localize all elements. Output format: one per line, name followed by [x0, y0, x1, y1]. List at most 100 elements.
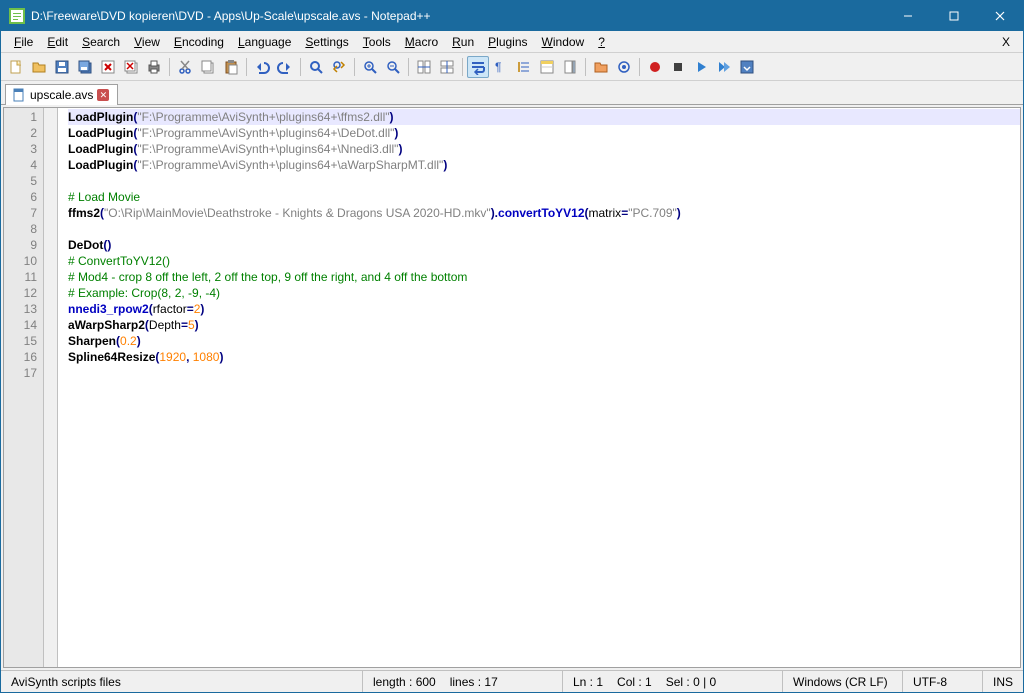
code-line[interactable]: ffms2("O:\Rip\MainMovie\Deathstroke - Kn… [68, 205, 1020, 221]
editor-area[interactable]: 1234567891011121314151617 LoadPlugin("F:… [3, 107, 1021, 668]
code-line[interactable]: LoadPlugin("F:\Programme\AviSynth+\plugi… [68, 125, 1020, 141]
tab-label: upscale.avs [30, 88, 93, 102]
play-multi-icon [716, 59, 732, 75]
open-file-button[interactable] [28, 56, 50, 78]
menu-close-doc[interactable]: X [995, 33, 1017, 51]
line-number: 4 [4, 157, 37, 173]
menu-run[interactable]: Run [445, 33, 481, 51]
status-ln: Ln : 1 [573, 675, 603, 689]
line-number-gutter: 1234567891011121314151617 [4, 108, 44, 667]
play-multi-button[interactable] [713, 56, 735, 78]
sync-h-button[interactable] [436, 56, 458, 78]
code-line[interactable]: LoadPlugin("F:\Programme\AviSynth+\plugi… [68, 109, 1020, 125]
record-button[interactable] [644, 56, 666, 78]
save-macro-button[interactable] [736, 56, 758, 78]
code-line[interactable]: # Load Movie [68, 189, 1020, 205]
fold-gutter [44, 108, 58, 667]
doc-map-button[interactable] [559, 56, 581, 78]
cut-button[interactable] [174, 56, 196, 78]
indent-guide-button[interactable] [513, 56, 535, 78]
line-number: 15 [4, 333, 37, 349]
lang-button[interactable] [536, 56, 558, 78]
menu-window[interactable]: Window [535, 33, 592, 51]
folder-button[interactable] [590, 56, 612, 78]
monitor-icon [616, 59, 632, 75]
status-bar: AviSynth scripts files length : 600 line… [1, 670, 1023, 692]
indent-guide-icon [516, 59, 532, 75]
code-content[interactable]: LoadPlugin("F:\Programme\AviSynth+\plugi… [58, 108, 1020, 667]
line-number: 12 [4, 285, 37, 301]
save-all-icon [77, 59, 93, 75]
line-number: 14 [4, 317, 37, 333]
title-bar: D:\Freeware\DVD kopieren\DVD - Apps\Up-S… [1, 1, 1023, 31]
menu-view[interactable]: View [127, 33, 167, 51]
code-line[interactable] [68, 221, 1020, 237]
code-line[interactable]: Sharpen(0.2) [68, 333, 1020, 349]
monitor-button[interactable] [613, 56, 635, 78]
menu-search[interactable]: Search [75, 33, 127, 51]
paste-button[interactable] [220, 56, 242, 78]
menu-edit[interactable]: Edit [40, 33, 75, 51]
code-line[interactable]: aWarpSharp2(Depth=5) [68, 317, 1020, 333]
code-line[interactable]: # Example: Crop(8, 2, -9, -4) [68, 285, 1020, 301]
tab-close-icon[interactable]: ✕ [97, 89, 109, 101]
line-number: 5 [4, 173, 37, 189]
close-icon [100, 59, 116, 75]
save-all-button[interactable] [74, 56, 96, 78]
new-file-button[interactable] [5, 56, 27, 78]
save-button[interactable] [51, 56, 73, 78]
sync-v-icon [416, 59, 432, 75]
app-icon [9, 8, 25, 24]
code-line[interactable]: nnedi3_rpow2(rfactor=2) [68, 301, 1020, 317]
lang-icon [539, 59, 555, 75]
status-lines: lines : 17 [450, 675, 498, 689]
line-number: 16 [4, 349, 37, 365]
zoom-out-button[interactable] [382, 56, 404, 78]
code-line[interactable]: # ConvertToYV12() [68, 253, 1020, 269]
close-button[interactable] [97, 56, 119, 78]
menu-encoding[interactable]: Encoding [167, 33, 231, 51]
menu-settings[interactable]: Settings [298, 33, 355, 51]
stop-button[interactable] [667, 56, 689, 78]
line-number: 7 [4, 205, 37, 221]
menu-macro[interactable]: Macro [398, 33, 445, 51]
sync-v-button[interactable] [413, 56, 435, 78]
maximize-button[interactable] [931, 1, 977, 31]
menu-?[interactable]: ? [591, 33, 612, 51]
menu-tools[interactable]: Tools [356, 33, 398, 51]
doc-map-icon [562, 59, 578, 75]
play-button[interactable] [690, 56, 712, 78]
code-line[interactable]: LoadPlugin("F:\Programme\AviSynth+\plugi… [68, 141, 1020, 157]
wrap-button[interactable] [467, 56, 489, 78]
zoom-in-button[interactable] [359, 56, 381, 78]
undo-button[interactable] [251, 56, 273, 78]
zoom-out-icon [385, 59, 401, 75]
code-line[interactable]: DeDot() [68, 237, 1020, 253]
menu-language[interactable]: Language [231, 33, 298, 51]
code-line[interactable]: LoadPlugin("F:\Programme\AviSynth+\plugi… [68, 157, 1020, 173]
menu-plugins[interactable]: Plugins [481, 33, 534, 51]
code-line[interactable]: Spline64Resize(1920, 1080) [68, 349, 1020, 365]
close-all-button[interactable] [120, 56, 142, 78]
copy-button[interactable] [197, 56, 219, 78]
save-macro-icon [739, 59, 755, 75]
replace-icon [331, 59, 347, 75]
code-line[interactable] [68, 365, 1020, 381]
play-icon [693, 59, 709, 75]
redo-button[interactable] [274, 56, 296, 78]
code-line[interactable]: # Mod4 - crop 8 off the left, 2 off the … [68, 269, 1020, 285]
file-tab[interactable]: upscale.avs ✕ [5, 84, 118, 105]
menu-file[interactable]: File [7, 33, 40, 51]
file-icon [12, 88, 26, 102]
print-button[interactable] [143, 56, 165, 78]
minimize-button[interactable] [885, 1, 931, 31]
find-button[interactable] [305, 56, 327, 78]
line-number: 9 [4, 237, 37, 253]
code-line[interactable] [68, 173, 1020, 189]
close-button[interactable] [977, 1, 1023, 31]
replace-button[interactable] [328, 56, 350, 78]
line-number: 3 [4, 141, 37, 157]
status-col: Col : 1 [617, 675, 652, 689]
line-number: 11 [4, 269, 37, 285]
all-chars-button[interactable]: ¶ [490, 56, 512, 78]
